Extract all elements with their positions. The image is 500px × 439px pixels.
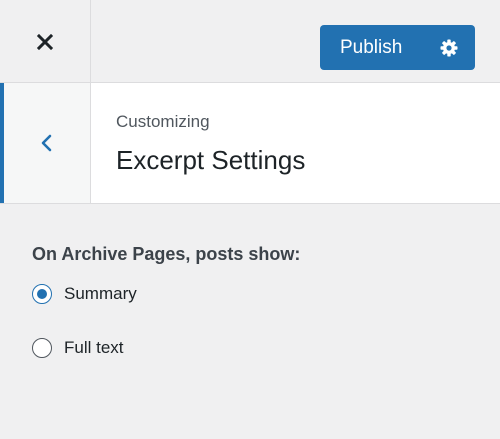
radio-checked-dot: [37, 289, 47, 299]
archive-excerpt-control: On Archive Pages, posts show: Summary Fu…: [32, 244, 300, 389]
radio-option-full-text[interactable]: Full text: [32, 335, 300, 361]
publish-button-group: Publish: [320, 25, 475, 70]
back-button[interactable]: [0, 83, 91, 203]
publish-label: Publish: [340, 36, 403, 58]
radio-button-full-text[interactable]: [32, 338, 52, 358]
control-title: On Archive Pages, posts show:: [32, 244, 301, 264]
radio-label-summary: Summary: [64, 284, 137, 303]
close-customizer-button[interactable]: [0, 0, 91, 83]
gear-icon: [440, 39, 458, 56]
radio-label-full-text: Full text: [64, 338, 124, 357]
publish-button[interactable]: Publish: [320, 25, 423, 70]
radio-option-summary[interactable]: Summary: [32, 281, 300, 307]
chevron-left-icon: [41, 134, 52, 152]
panel-title: Excerpt Settings: [116, 145, 306, 175]
customizer-topbar: Publish: [0, 0, 500, 83]
radio-button-summary[interactable]: [32, 284, 52, 304]
section-heading: Customizing Excerpt Settings: [116, 111, 305, 177]
close-icon: [37, 33, 53, 50]
customizing-label: Customizing: [116, 112, 210, 131]
section-header: Customizing Excerpt Settings: [0, 83, 500, 204]
publish-settings-button[interactable]: [423, 25, 475, 70]
